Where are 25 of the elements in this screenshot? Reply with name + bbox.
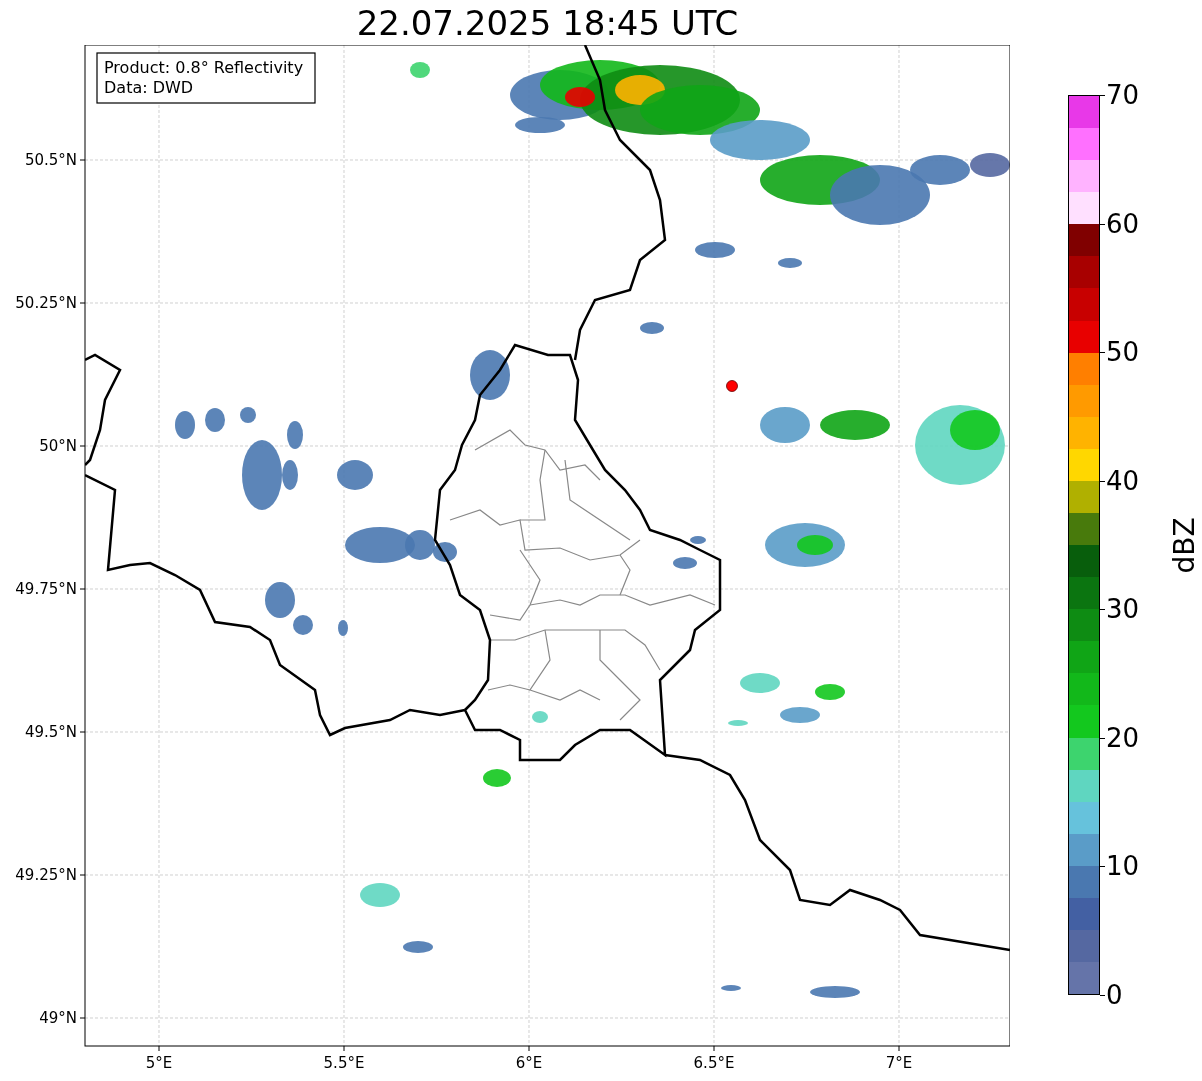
colorbar-tick-label: 0 (1106, 982, 1123, 1008)
latitude-label: 50.25°N (15, 294, 77, 312)
colorbar-tick-label: 60 (1106, 210, 1140, 237)
info-text: Data: DWD (104, 78, 194, 97)
colorbar-tick-label: 20 (1106, 724, 1140, 751)
latitude-label: 49°N (39, 1009, 77, 1027)
colorbar-tick-label: 30 (1106, 596, 1140, 623)
latitude-label: 50°N (39, 437, 77, 455)
longitude-label: 5.5°E (323, 1054, 365, 1072)
latitude-label: 49.5°N (24, 723, 77, 741)
chart-title: 22.07.2025 18:45 UTC (356, 5, 739, 40)
latitude-label: 49.25°N (15, 866, 77, 884)
colorbar-tick-label: 10 (1106, 853, 1140, 880)
latitude-label: 49.75°N (15, 580, 77, 598)
info-text: Product: 0.8° Reflectivity (104, 58, 304, 77)
longitude-label: 5°E (145, 1054, 173, 1072)
colorbar-tick-label: 40 (1106, 467, 1140, 494)
longitude-label: 7°E (885, 1054, 913, 1072)
longitude-label: 6.5°E (693, 1054, 735, 1072)
latitude-label: 50.5°N (24, 151, 77, 169)
colorbar-label: dBZ (1167, 516, 1201, 574)
location-marker (726, 380, 738, 392)
colorbar-tick-label: 70 (1106, 82, 1140, 108)
colorbar-tick-label: 50 (1106, 339, 1140, 366)
longitude-label: 6°E (515, 1054, 543, 1072)
